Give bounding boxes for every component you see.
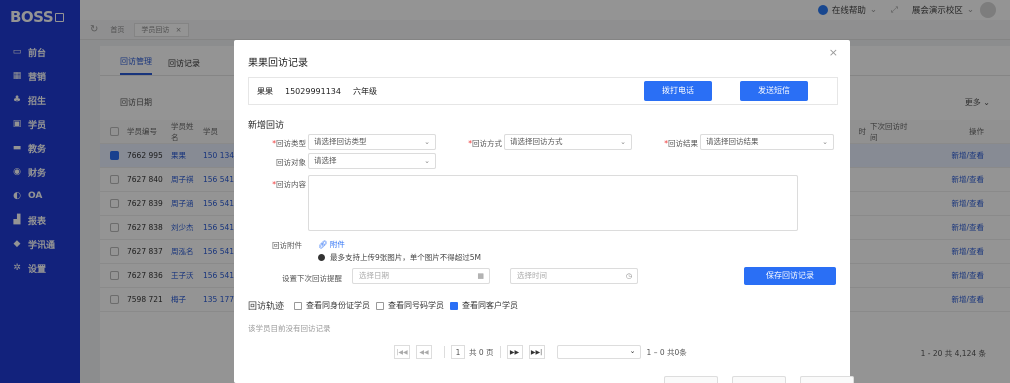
divider xyxy=(444,346,445,358)
new-visit-title: 新增回访 xyxy=(248,121,285,131)
chevron-down-icon: ⌄ xyxy=(629,347,636,355)
page-size-select[interactable]: ⌄ xyxy=(556,345,641,359)
footer-button[interactable] xyxy=(664,376,718,383)
visit-result-select[interactable]: 请选择回访结果 ⌄ xyxy=(700,134,834,150)
chevron-down-icon: ⌄ xyxy=(620,138,626,146)
reminder-date-picker[interactable]: 选择日期 ▦ xyxy=(352,268,490,284)
same-phone-checkbox[interactable]: 查看同号码学员 xyxy=(376,300,444,311)
select-value: 请选择回访方式 xyxy=(510,137,563,146)
page-number-input[interactable]: 1 xyxy=(451,345,465,359)
visit-record-dialog: × 果果回访记录 果果 15029991134 六年级 拨打电话 发送短信 新增… xyxy=(234,40,854,383)
empty-records-text: 该学员目前没有回访记录 xyxy=(248,324,331,333)
attach-link[interactable]: 🔗︎ 附件 xyxy=(318,239,345,250)
same-customer-checkbox[interactable]: 查看同客户学员 xyxy=(450,300,518,311)
checkbox[interactable] xyxy=(376,301,385,310)
visit-type-label: *回访类型 xyxy=(272,139,306,148)
visit-method-label: *回访方式 xyxy=(468,139,502,148)
last-page-icon[interactable]: ▶▶| xyxy=(528,345,545,359)
visit-content-textarea[interactable] xyxy=(308,175,798,231)
attachment-hint: 最多支持上传9张图片，单个图片不得超过5M xyxy=(318,252,481,263)
dialog-title: 果果回访记录 xyxy=(248,58,308,69)
attach-text: 附件 xyxy=(329,240,345,249)
placeholder-text: 选择日期 xyxy=(359,271,389,280)
footer-button[interactable] xyxy=(800,376,854,383)
paperclip-icon: 🔗︎ xyxy=(318,240,330,249)
info-icon xyxy=(318,254,325,261)
same-idcard-checkbox[interactable]: 查看同身份证学员 xyxy=(294,300,370,311)
visit-method-select[interactable]: 请选择回访方式 ⌄ xyxy=(504,134,632,150)
send-sms-button[interactable]: 发送短信 xyxy=(740,81,808,101)
call-phone-button[interactable]: 拨打电话 xyxy=(644,81,712,101)
option-label: 查看同客户学员 xyxy=(462,301,519,310)
pagination-range: 1 – 0 共0条 xyxy=(646,347,687,357)
select-value: 请选择回访结果 xyxy=(706,137,759,146)
chevron-down-icon: ⌄ xyxy=(424,138,430,146)
visit-type-select[interactable]: 请选择回访类型 ⌄ xyxy=(308,134,436,150)
visit-result-label: *回访结果 xyxy=(664,139,698,148)
checkbox[interactable] xyxy=(294,301,303,310)
student-phone: 15029991134 xyxy=(285,86,341,96)
option-label: 查看同号码学员 xyxy=(388,301,445,310)
track-title: 回访轨迹 xyxy=(248,302,285,312)
clock-icon: ◷ xyxy=(625,272,632,280)
visit-track-filter: 回访轨迹 查看同身份证学员 查看同号码学员 查看同客户学员 xyxy=(248,299,524,312)
visit-content-label: *回访内容 xyxy=(272,180,306,189)
label-text: 回访类型 xyxy=(276,139,306,148)
close-icon[interactable]: × xyxy=(829,46,838,59)
save-visit-record-button[interactable]: 保存回访记录 xyxy=(744,267,836,285)
label-text: 回访内容 xyxy=(276,180,306,189)
checkbox-checked[interactable] xyxy=(450,301,459,310)
hint-text: 最多支持上传9张图片，单个图片不得超过5M xyxy=(330,253,482,262)
reminder-label: 设置下次回访提醒 xyxy=(282,274,342,283)
calendar-icon: ▦ xyxy=(477,272,484,280)
placeholder-text: 选择时间 xyxy=(517,271,547,280)
visit-target-label: 回访对象 xyxy=(276,158,306,167)
label-text: 回访方式 xyxy=(472,139,502,148)
dialog-pagination: |◀◀ ◀◀ 1 共 0 页 ▶▶ ▶▶| ⌄ 1 – 0 共0条 xyxy=(394,345,687,359)
visit-target-select[interactable]: 请选择 ⌄ xyxy=(308,153,436,169)
first-page-icon[interactable]: |◀◀ xyxy=(394,345,410,359)
total-pages: 共 0 页 xyxy=(469,347,494,357)
footer-button[interactable] xyxy=(732,376,786,383)
next-page-icon[interactable]: ▶▶ xyxy=(506,345,523,359)
attachment-label: 回访附件 xyxy=(272,241,302,250)
label-text: 回访结果 xyxy=(668,139,698,148)
student-grade: 六年级 xyxy=(353,86,377,96)
select-value: 请选择回访类型 xyxy=(314,137,367,146)
divider xyxy=(499,346,501,358)
select-value: 请选择 xyxy=(314,156,337,165)
dialog-footer-buttons xyxy=(664,376,868,383)
reminder-time-picker[interactable]: 选择时间 ◷ xyxy=(510,268,638,284)
chevron-down-icon: ⌄ xyxy=(424,157,430,165)
option-label: 查看同身份证学员 xyxy=(306,301,371,310)
student-name: 果果 xyxy=(257,86,273,96)
chevron-down-icon: ⌄ xyxy=(822,138,828,146)
prev-page-icon[interactable]: ◀◀ xyxy=(416,345,432,359)
